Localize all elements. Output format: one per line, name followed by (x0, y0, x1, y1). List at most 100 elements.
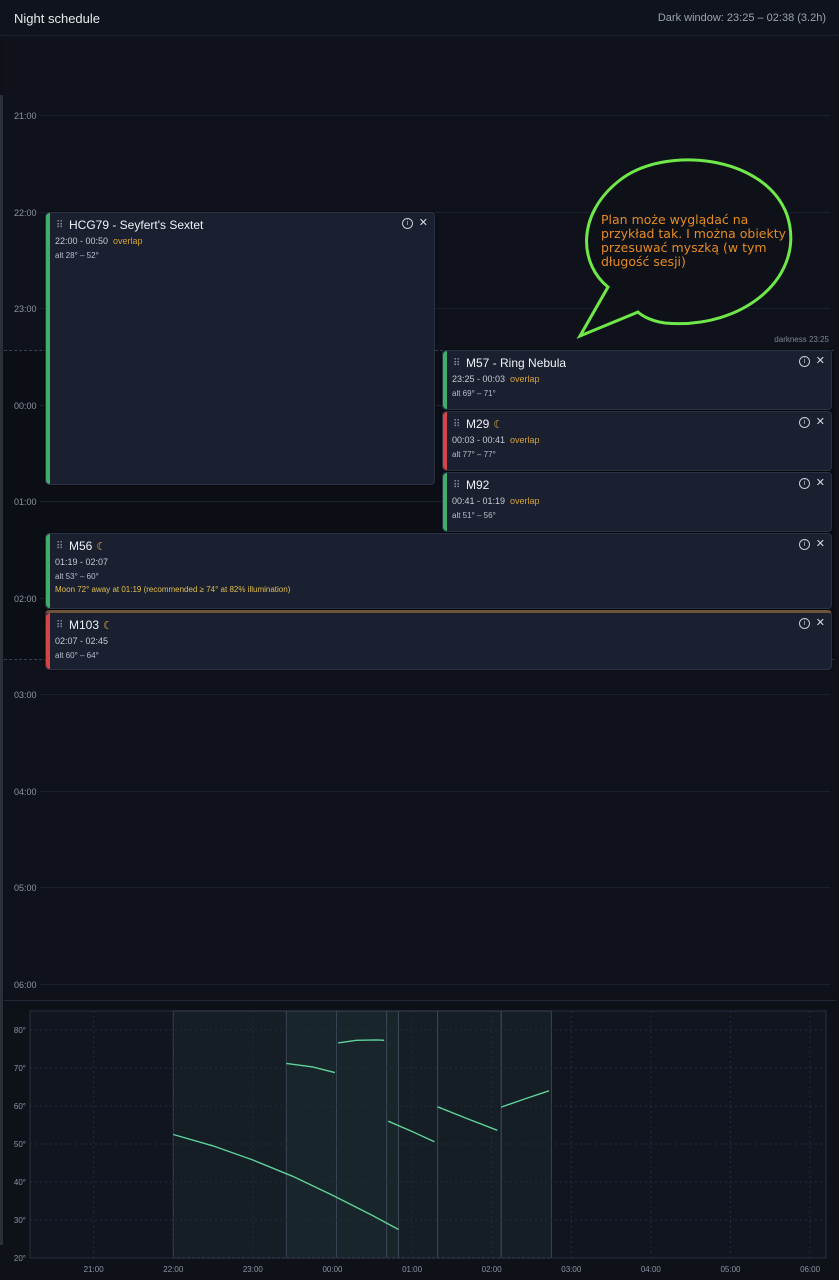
session-card[interactable]: ⠿ M103 ☾ i ✕ 02:07 - 02:45 alt 60° – 64° (45, 610, 832, 670)
session-band (386, 1010, 439, 1259)
session-card[interactable]: ⠿ HCG79 - Seyfert's Sextet i ✕ 22:00 - 0… (45, 212, 435, 485)
overlap-badge: overlap (113, 236, 143, 246)
hour-label: 21:00 (14, 111, 37, 121)
hour-label: 22:00 (14, 208, 37, 218)
altitude-range: alt 60° – 64° (55, 651, 99, 660)
session-times: 22:00 - 00:50 overlap (55, 236, 143, 246)
y-tick-label: 30° (14, 1216, 26, 1225)
info-icon[interactable]: i (799, 618, 810, 629)
moon-warning: Moon 72° away at 01:19 (recommended ≥ 74… (55, 585, 291, 594)
header: Night schedule Dark window: 23:25 – 02:3… (0, 0, 839, 36)
status-stripe (443, 412, 447, 470)
info-icon[interactable]: i (402, 218, 413, 229)
y-tick-label: 70° (14, 1064, 26, 1073)
hour-line (40, 887, 830, 888)
hour-label: 05:00 (14, 883, 37, 893)
hour-line (40, 694, 830, 695)
altitude-range: alt 69° – 71° (452, 389, 496, 398)
close-icon[interactable]: ✕ (816, 354, 825, 367)
grip-icon[interactable]: ⠿ (453, 480, 460, 491)
hour-label: 06:00 (14, 980, 37, 990)
status-stripe (443, 473, 447, 531)
info-icon[interactable]: i (799, 417, 810, 428)
object-name: M56 ☾ (69, 539, 107, 553)
app-window: Night schedule Dark window: 23:25 – 02:3… (0, 0, 839, 1280)
x-tick-label: 04:00 (641, 1265, 662, 1274)
x-tick-label: 22:00 (163, 1265, 184, 1274)
y-tick-label: 50° (14, 1140, 26, 1149)
altitude-range: alt 53° – 60° (55, 572, 99, 581)
session-card[interactable]: ⠿ M29 ☾ i ✕ 00:03 - 00:41 overlap alt 77° … (442, 411, 832, 471)
dark-window-label: Dark window: 23:25 – 02:38 (3.2h) (657, 12, 826, 24)
hour-label: 04:00 (14, 787, 37, 797)
object-name: M29 ☾ (466, 417, 504, 431)
hour-line (40, 791, 830, 792)
altitude-range: alt 51° – 56° (452, 511, 496, 520)
close-icon[interactable]: ✕ (419, 216, 428, 229)
grip-icon[interactable]: ⠿ (453, 419, 460, 430)
session-band (500, 1010, 552, 1259)
grip-icon[interactable]: ⠿ (56, 541, 63, 552)
object-name: M92 (466, 478, 490, 492)
hour-label: 02:00 (14, 594, 37, 604)
altitude-chart: 20° 30° 40° 50° 60° 70° 80° 21:00 22:00 23:00 00:0… (4, 1000, 836, 1278)
session-times: 23:25 - 00:03 overlap (452, 374, 540, 384)
close-icon[interactable]: ✕ (816, 537, 825, 550)
status-stripe (46, 613, 50, 669)
hour-label: 01:00 (14, 497, 37, 507)
altitude-chart-svg: 20° 30° 40° 50° 60° 70° 80° 21:00 22:00 23:00 00:0… (14, 1010, 827, 1274)
session-card[interactable]: ⠿ M56 ☾ i ✕ 01:19 - 02:07 alt 53° – 60° M… (45, 533, 832, 609)
session-times: 01:19 - 02:07 (55, 557, 109, 567)
session-band (437, 1010, 502, 1259)
altitude-range: alt 28° – 52° (55, 251, 99, 260)
overlap-badge: overlap (510, 496, 540, 506)
close-icon[interactable]: ✕ (816, 415, 825, 428)
overlap-badge: overlap (510, 374, 540, 384)
object-name: M57 - Ring Nebula (466, 356, 567, 370)
x-tick-label: 05:00 (720, 1265, 741, 1274)
object-name: M103 ☾ (69, 618, 113, 632)
moon-icon: ☾ (96, 541, 107, 553)
overlap-badge: overlap (510, 435, 540, 445)
x-tick-label: 03:00 (561, 1265, 582, 1274)
hour-line (40, 984, 830, 985)
info-icon[interactable]: i (799, 539, 810, 550)
close-icon[interactable]: ✕ (816, 476, 825, 489)
status-stripe (443, 351, 447, 409)
y-tick-label: 80° (14, 1026, 26, 1035)
info-icon[interactable]: i (799, 356, 810, 367)
status-stripe (46, 534, 50, 608)
status-stripe (46, 213, 50, 484)
moon-icon: ☾ (493, 419, 504, 431)
hour-label: 00:00 (14, 401, 37, 411)
y-tick-label: 40° (14, 1178, 26, 1187)
session-card[interactable]: ⠿ M92 i ✕ 00:41 - 01:19 overlap alt 51° –… (442, 472, 832, 532)
x-tick-label: 23:00 (243, 1265, 264, 1274)
grip-icon[interactable]: ⠿ (453, 358, 460, 369)
y-tick-label: 60° (14, 1102, 26, 1111)
session-times: 02:07 - 02:45 (55, 636, 109, 646)
altitude-range: alt 77° – 77° (452, 450, 496, 459)
close-icon[interactable]: ✕ (816, 616, 825, 629)
x-tick-label: 00:00 (322, 1265, 343, 1274)
grip-icon[interactable]: ⠿ (56, 220, 63, 231)
x-tick-label: 02:00 (482, 1265, 503, 1274)
session-times: 00:41 - 01:19 overlap (452, 496, 540, 506)
hour-label: 23:00 (14, 304, 37, 314)
session-card[interactable]: ⠿ M57 - Ring Nebula i ✕ 23:25 - 00:03 ove… (442, 350, 832, 410)
session-times: 00:03 - 00:41 overlap (452, 435, 540, 445)
scrollbar[interactable] (0, 95, 3, 1245)
session-band (285, 1010, 337, 1259)
page-title: Night schedule (14, 11, 100, 26)
grip-icon[interactable]: ⠿ (56, 620, 63, 631)
hour-line (40, 115, 830, 116)
x-tick-label: 21:00 (84, 1265, 105, 1274)
hour-label: 03:00 (14, 690, 37, 700)
x-tick-label: 01:00 (402, 1265, 423, 1274)
object-name: HCG79 - Seyfert's Sextet (69, 218, 204, 232)
x-tick-label: 06:00 (800, 1265, 821, 1274)
annotation-text: Plan może wyglądać na przykład tak. I mo… (601, 212, 787, 269)
moon-icon: ☾ (103, 620, 113, 632)
info-icon[interactable]: i (799, 478, 810, 489)
session-band (335, 1010, 388, 1259)
